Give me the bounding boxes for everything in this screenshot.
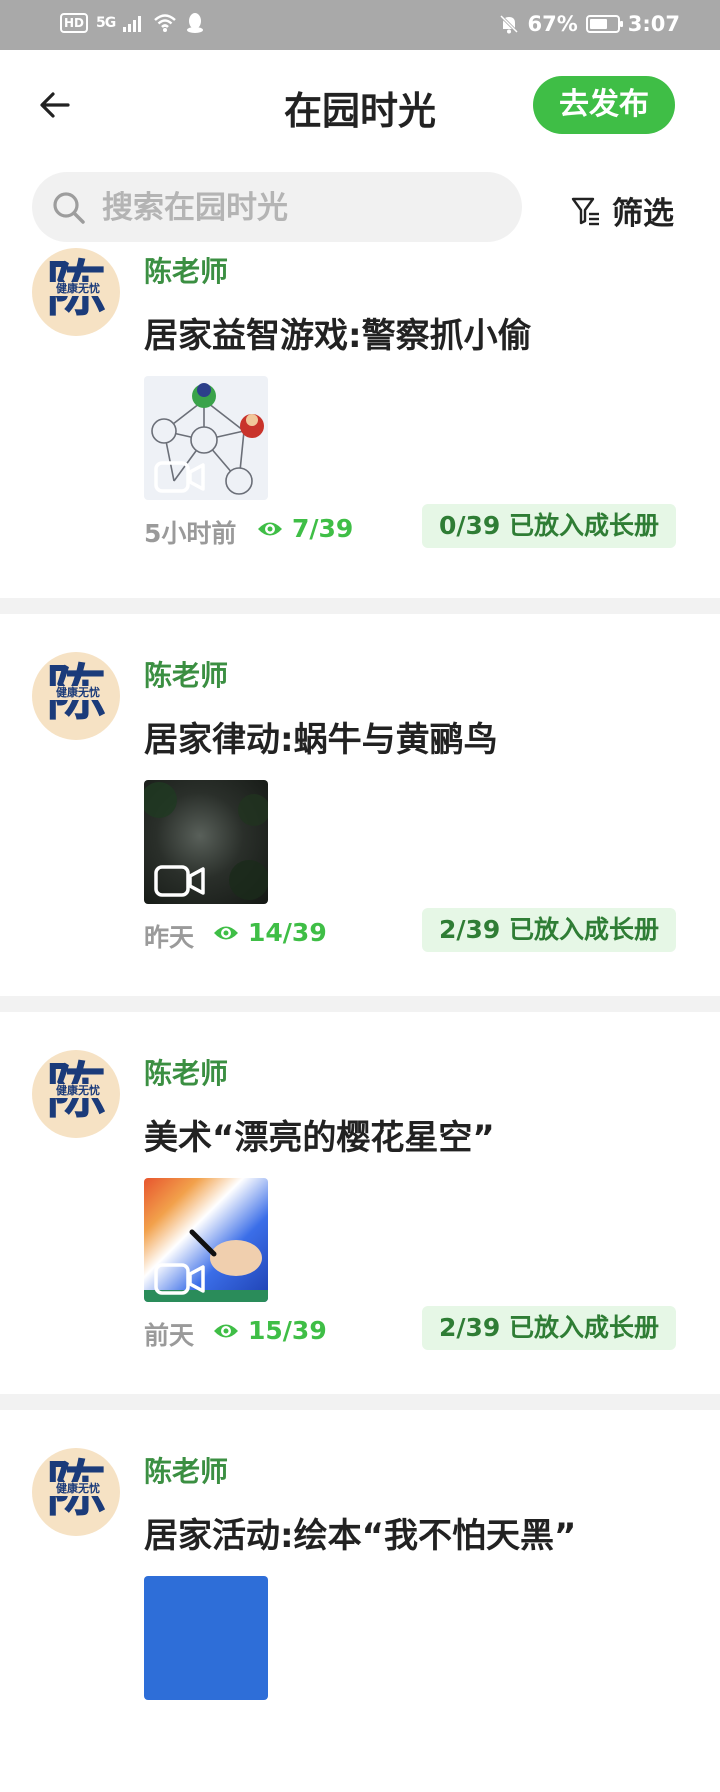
eye-icon: [214, 1324, 238, 1337]
avatar-caption: 健康无忧: [46, 1084, 110, 1098]
video-thumbnail[interactable]: [144, 780, 268, 904]
post-card[interactable]: 陈 健康无忧 陈老师 居家活动:绘本“我不怕天黑”: [0, 1410, 720, 1792]
divider: [0, 1394, 720, 1410]
battery-percent: 67%: [527, 12, 578, 36]
avatar-caption: 健康无忧: [46, 1482, 110, 1496]
view-count-value: 14/39: [248, 918, 327, 947]
search-bar[interactable]: [32, 172, 522, 242]
signal-icon: [123, 16, 142, 32]
view-count[interactable]: 7/39: [256, 514, 353, 543]
battery-icon: [585, 15, 623, 33]
post-time: 前天: [144, 1321, 195, 1350]
status-right: 67% 3:07: [498, 12, 680, 36]
filter-icon: [571, 197, 599, 225]
publish-button[interactable]: 去发布: [533, 76, 675, 134]
view-count[interactable]: 14/39: [212, 918, 327, 947]
app-header: 在园时光 去发布: [0, 50, 720, 160]
status-bar: HD 5G 67% 3:07: [0, 0, 720, 50]
qq-icon: [187, 13, 204, 33]
view-count-value: 7/39: [292, 514, 354, 543]
post-time: 昨天: [144, 923, 195, 952]
author-name: 陈老师: [144, 255, 229, 288]
filter-button[interactable]: 筛选: [570, 188, 674, 233]
avatar[interactable]: 陈 健康无忧: [32, 1050, 120, 1138]
hd-indicator: HD: [60, 13, 89, 33]
post-title[interactable]: 居家律动:蜗牛与黄鹂鸟: [144, 712, 498, 761]
filter-label: 筛选: [612, 196, 674, 232]
view-count[interactable]: 15/39: [212, 1316, 327, 1345]
post-card[interactable]: 陈 健康无忧 陈老师 美术“漂亮的樱花星空” 前天 15/39 2/39 已放入…: [0, 1012, 720, 1394]
eye-icon: [258, 522, 282, 535]
search-input[interactable]: [100, 182, 504, 234]
search-icon: [53, 192, 85, 224]
status-left: HD 5G: [60, 12, 205, 34]
avatar[interactable]: 陈 健康无忧: [32, 1448, 120, 1536]
post-title[interactable]: 居家益智游戏:警察抓小偷: [144, 308, 532, 357]
mute-bell-icon: [499, 14, 518, 34]
divider: [0, 996, 720, 1012]
network-type: 5G: [96, 15, 116, 31]
clock: 3:07: [627, 12, 680, 36]
growth-album-badge[interactable]: 2/39 已放入成长册: [422, 908, 676, 952]
divider: [0, 598, 720, 614]
eye-icon: [214, 926, 238, 939]
post-title[interactable]: 美术“漂亮的樱花星空”: [144, 1110, 495, 1159]
video-thumbnail[interactable]: [144, 1576, 268, 1700]
video-thumbnail[interactable]: [144, 1178, 268, 1302]
growth-album-badge[interactable]: 0/39 已放入成长册: [422, 504, 676, 548]
view-count-value: 15/39: [248, 1316, 327, 1345]
post-title[interactable]: 居家活动:绘本“我不怕天黑”: [144, 1508, 576, 1557]
video-camera-icon: [154, 461, 205, 493]
post-feed: 陈 健康无忧 陈老师 居家益智游戏:警察抓小偷: [0, 248, 720, 1792]
video-thumbnail[interactable]: [144, 376, 268, 500]
growth-album-badge[interactable]: 2/39 已放入成长册: [422, 1306, 676, 1350]
avatar-caption: 健康无忧: [46, 686, 110, 700]
post-card[interactable]: 陈 健康无忧 陈老师 居家益智游戏:警察抓小偷: [0, 248, 720, 598]
author-name: 陈老师: [144, 1455, 229, 1488]
avatar-caption: 健康无忧: [46, 282, 110, 296]
avatar[interactable]: 陈 健康无忧: [32, 248, 120, 336]
video-camera-icon: [154, 865, 205, 897]
video-camera-icon: [154, 1263, 205, 1295]
wifi-icon: [154, 14, 177, 32]
avatar[interactable]: 陈 健康无忧: [32, 652, 120, 740]
author-name: 陈老师: [144, 659, 229, 692]
author-name: 陈老师: [144, 1057, 229, 1090]
post-card[interactable]: 陈 健康无忧 陈老师 居家律动:蜗牛与黄鹂鸟 昨天 14/39 2/39 已放入…: [0, 614, 720, 996]
network-indicator: 5G: [96, 15, 116, 31]
post-time: 5小时前: [144, 519, 237, 548]
